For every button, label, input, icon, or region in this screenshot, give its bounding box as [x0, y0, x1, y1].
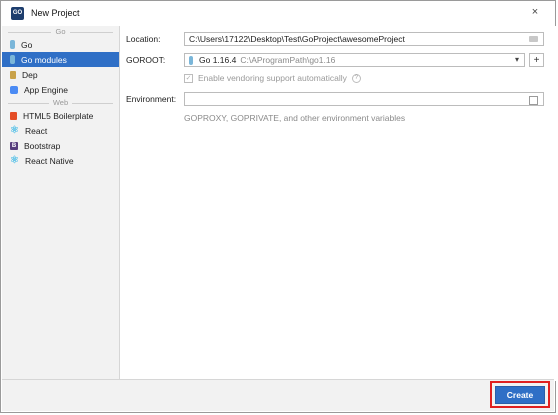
sidebar-item-label: App Engine — [24, 84, 68, 95]
create-button-highlight: Create — [490, 381, 550, 408]
dep-icon — [10, 70, 16, 79]
sidebar-item-dep[interactable]: Dep — [2, 67, 119, 82]
react-native-icon: ⚛ — [10, 155, 19, 166]
sidebar-item-label: React — [25, 125, 48, 136]
goroot-dropdown[interactable]: Go 1.16.4 C:\AProgramPath\go1.16 ▾ — [184, 53, 525, 67]
location-label: Location: — [126, 34, 161, 44]
vendoring-option: ✓ Enable vendoring support automatically… — [184, 73, 361, 83]
dialog-footer: Create — [2, 379, 554, 411]
react-icon: ⚛ — [10, 125, 19, 136]
new-project-dialog: GO New Project × Go Go Go modules Dep Ap… — [0, 0, 557, 413]
project-type-sidebar: Go Go Go modules Dep App Engine Web HTML… — [2, 26, 120, 381]
expand-field-icon[interactable] — [529, 96, 538, 105]
sidebar-item-go[interactable]: Go — [2, 37, 119, 52]
app-engine-icon — [10, 85, 18, 94]
section-header-web-label: Web — [48, 98, 73, 107]
vendoring-checkbox[interactable]: ✓ — [184, 73, 193, 83]
sidebar-item-go-modules[interactable]: Go modules — [2, 52, 119, 67]
goroot-sdk-path: C:\AProgramPath\go1.16 — [240, 55, 336, 65]
project-settings-panel: Location: C:\Users\17122\Desktop\Test\Go… — [120, 26, 557, 381]
goroot-sdk-name: Go 1.16.4 — [199, 55, 237, 65]
location-field[interactable]: C:\Users\17122\Desktop\Test\GoProject\aw… — [184, 32, 544, 46]
sidebar-item-bootstrap[interactable]: B Bootstrap — [2, 138, 119, 153]
sidebar-item-label: Go — [21, 39, 33, 50]
sidebar-item-label: React Native — [25, 155, 74, 166]
go-modules-icon — [10, 55, 15, 64]
sidebar-item-label: Dep — [22, 69, 38, 80]
close-button[interactable]: × — [527, 4, 543, 20]
environment-field[interactable] — [184, 92, 544, 106]
browse-folder-icon[interactable] — [529, 36, 538, 42]
chevron-down-icon[interactable]: ▾ — [515, 55, 519, 64]
add-sdk-button[interactable]: + — [529, 53, 544, 67]
html5-icon — [10, 111, 17, 120]
section-header-web: Web — [2, 97, 119, 108]
sidebar-item-app-engine[interactable]: App Engine — [2, 82, 119, 97]
goroot-label: GOROOT: — [126, 55, 166, 65]
section-header-go-label: Go — [51, 27, 70, 36]
title-bar: GO New Project × — [1, 1, 555, 25]
sidebar-item-react[interactable]: ⚛ React — [2, 123, 119, 138]
section-header-go: Go — [2, 26, 119, 37]
goland-app-icon: GO — [11, 6, 24, 20]
sidebar-item-label: Go modules — [21, 54, 67, 65]
go-icon — [10, 40, 15, 49]
sidebar-item-html5-boilerplate[interactable]: HTML5 Boilerplate — [2, 108, 119, 123]
sidebar-item-label: HTML5 Boilerplate — [23, 110, 94, 121]
vendoring-label: Enable vendoring support automatically — [198, 73, 347, 83]
sidebar-item-react-native[interactable]: ⚛ React Native — [2, 153, 119, 168]
environment-hint: GOPROXY, GOPRIVATE, and other environmen… — [184, 113, 406, 123]
go-sdk-icon — [189, 55, 193, 65]
environment-label: Environment: — [126, 94, 177, 104]
sidebar-item-label: Bootstrap — [24, 140, 61, 151]
window-title: New Project — [31, 8, 80, 18]
create-button[interactable]: Create — [495, 385, 545, 404]
bootstrap-icon: B — [10, 141, 18, 150]
location-value: C:\Users\17122\Desktop\Test\GoProject\aw… — [189, 34, 405, 44]
help-icon[interactable]: ? — [351, 73, 361, 83]
